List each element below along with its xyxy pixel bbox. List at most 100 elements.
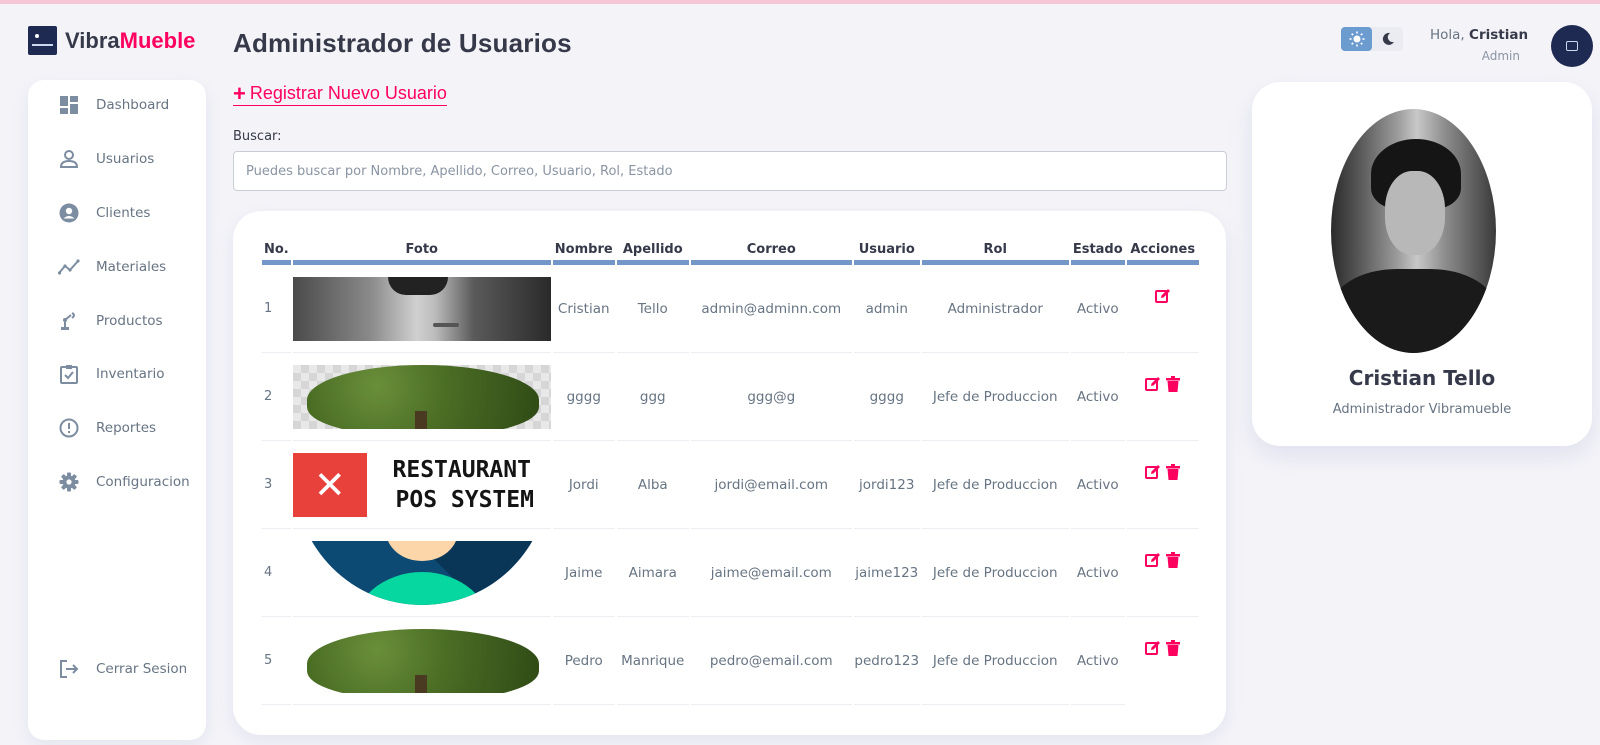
sidebar-item-logout[interactable]: Cerrar Sesion	[28, 649, 206, 689]
edit-icon[interactable]	[1144, 463, 1162, 481]
cell-acciones	[1126, 441, 1199, 529]
cell-correo: jaime@email.com	[690, 529, 852, 617]
cell-rol: Jefe de Produccion	[921, 529, 1069, 617]
column-header-apellido[interactable]: Apellido	[616, 239, 689, 265]
edit-icon[interactable]	[1154, 287, 1172, 305]
column-header-no[interactable]: No.	[262, 239, 291, 265]
cell-rol: Jefe de Produccion	[921, 353, 1069, 441]
dashboard-icon	[58, 94, 80, 116]
vibramueble-logo-icon	[28, 26, 57, 55]
table-row: 5 Pedro Manrique pedro@email.com pedro12…	[262, 617, 1199, 705]
sidebar-item-inventario[interactable]: Inventario	[28, 354, 206, 394]
column-header-correo[interactable]: Correo	[690, 239, 852, 265]
cell-usuario: gggg	[853, 353, 920, 441]
delete-icon[interactable]	[1164, 463, 1182, 481]
register-user-link[interactable]: + Registrar Nuevo Usuario	[233, 82, 447, 106]
users-table: No. Foto Nombre Apellido Correo Usuario …	[260, 239, 1201, 705]
photo-text-line: POS SYSTEM	[395, 486, 534, 513]
cell-no: 1	[262, 265, 291, 353]
cell-rol: Administrador	[921, 265, 1069, 353]
sidebar-item-reportes[interactable]: Reportes	[28, 408, 206, 448]
table-row: 4 Jaime Aimara jaime@email.com jaime123 …	[262, 529, 1199, 617]
theme-toggle[interactable]	[1341, 27, 1403, 51]
cell-usuario: jordi123	[853, 441, 920, 529]
cell-estado: Activo	[1070, 529, 1125, 617]
cell-foto	[292, 353, 551, 441]
brand-accent: Mueble	[119, 27, 196, 53]
user-role: Admin	[1481, 49, 1520, 63]
sidebar-item-materiales[interactable]: Materiales	[28, 247, 206, 287]
user-photo-tree	[292, 628, 551, 693]
cell-usuario: admin	[853, 265, 920, 353]
cell-nombre: Jordi	[552, 441, 615, 529]
photo-text-line: RESTAURANT	[392, 456, 531, 483]
cell-correo: pedro@email.com	[690, 617, 852, 705]
column-header-nombre[interactable]: Nombre	[552, 239, 615, 265]
sidebar-item-label: Inventario	[96, 366, 165, 382]
user-photo-face	[292, 276, 551, 341]
delete-icon[interactable]	[1164, 639, 1182, 657]
cell-rol: Jefe de Produccion	[921, 441, 1069, 529]
column-header-foto[interactable]: Foto	[292, 239, 551, 265]
users-table-card: No. Foto Nombre Apellido Correo Usuario …	[233, 211, 1226, 735]
search-label: Buscar:	[233, 129, 282, 144]
delete-icon[interactable]	[1164, 551, 1182, 569]
column-header-rol[interactable]: Rol	[921, 239, 1069, 265]
search-input[interactable]	[233, 151, 1227, 191]
profile-photo	[1331, 109, 1496, 353]
cell-no: 3	[262, 441, 291, 529]
column-header-usuario[interactable]: Usuario	[853, 239, 920, 265]
cell-correo: ggg@g	[690, 353, 852, 441]
sidebar-item-configuracion[interactable]: Configuracion	[28, 462, 206, 502]
edit-icon[interactable]	[1144, 551, 1162, 569]
cell-no: 4	[262, 529, 291, 617]
sun-icon[interactable]	[1341, 27, 1372, 51]
cell-acciones	[1127, 617, 1199, 705]
avatar[interactable]	[1551, 25, 1593, 67]
cell-foto	[292, 617, 551, 705]
brand[interactable]: VibraMueble	[28, 26, 195, 55]
profile-card: Cristian Tello Administrador Vibramueble	[1252, 82, 1592, 446]
cell-usuario: pedro123	[853, 617, 920, 705]
fork-knife-icon: ✕	[292, 452, 367, 517]
edit-icon[interactable]	[1144, 375, 1162, 393]
page-title: Administrador de Usuarios	[233, 28, 572, 58]
sidebar-item-usuarios[interactable]: Usuarios	[28, 139, 206, 179]
cell-rol: Jefe de Produccion	[921, 617, 1069, 705]
cell-foto: ✕ RESTAURANT POS SYSTEM	[292, 441, 551, 529]
cell-apellido: Manrique	[616, 617, 689, 705]
brand-prefix: Vibra	[65, 27, 120, 53]
report-icon	[58, 417, 80, 439]
brand-name: VibraMueble	[65, 28, 195, 54]
moon-icon[interactable]	[1372, 27, 1403, 51]
sidebar-item-label: Configuracion	[96, 474, 190, 490]
sidebar-item-dashboard[interactable]: Dashboard	[28, 85, 206, 125]
sidebar-item-label: Dashboard	[96, 97, 170, 113]
column-header-acciones[interactable]: Acciones	[1126, 239, 1199, 265]
sidebar-item-label: Materiales	[96, 259, 167, 275]
cell-foto	[292, 529, 551, 617]
cell-nombre: gggg	[552, 353, 615, 441]
sidebar-item-productos[interactable]: Productos	[28, 301, 206, 341]
cell-estado: Activo	[1070, 617, 1125, 705]
cell-correo: admin@adminn.com	[690, 265, 852, 353]
cell-nombre: Pedro	[552, 617, 615, 705]
precision-manufacturing-icon	[58, 310, 80, 332]
sidebar: Dashboard Usuarios Clientes Materiales P…	[28, 80, 206, 740]
cell-nombre: Cristian	[552, 265, 615, 353]
delete-icon[interactable]	[1164, 375, 1182, 393]
cell-correo: jordi@email.com	[690, 441, 852, 529]
profile-name: Cristian Tello	[1348, 366, 1496, 390]
sidebar-item-label: Productos	[96, 313, 163, 329]
top-accent-line	[0, 0, 1600, 4]
cell-apellido: Alba	[616, 441, 689, 529]
table-row: 2 gggg ggg ggg@g gggg Jefe de Produccion…	[262, 353, 1199, 441]
edit-icon[interactable]	[1144, 639, 1162, 657]
column-header-estado[interactable]: Estado	[1070, 239, 1125, 265]
vibramueble-logo-icon	[1566, 41, 1578, 51]
cell-usuario: jaime123	[853, 529, 920, 617]
sidebar-item-label: Reportes	[96, 420, 157, 436]
sidebar-item-label: Cerrar Sesion	[96, 661, 188, 677]
sidebar-item-clientes[interactable]: Clientes	[28, 193, 206, 233]
cell-no: 2	[262, 353, 291, 441]
